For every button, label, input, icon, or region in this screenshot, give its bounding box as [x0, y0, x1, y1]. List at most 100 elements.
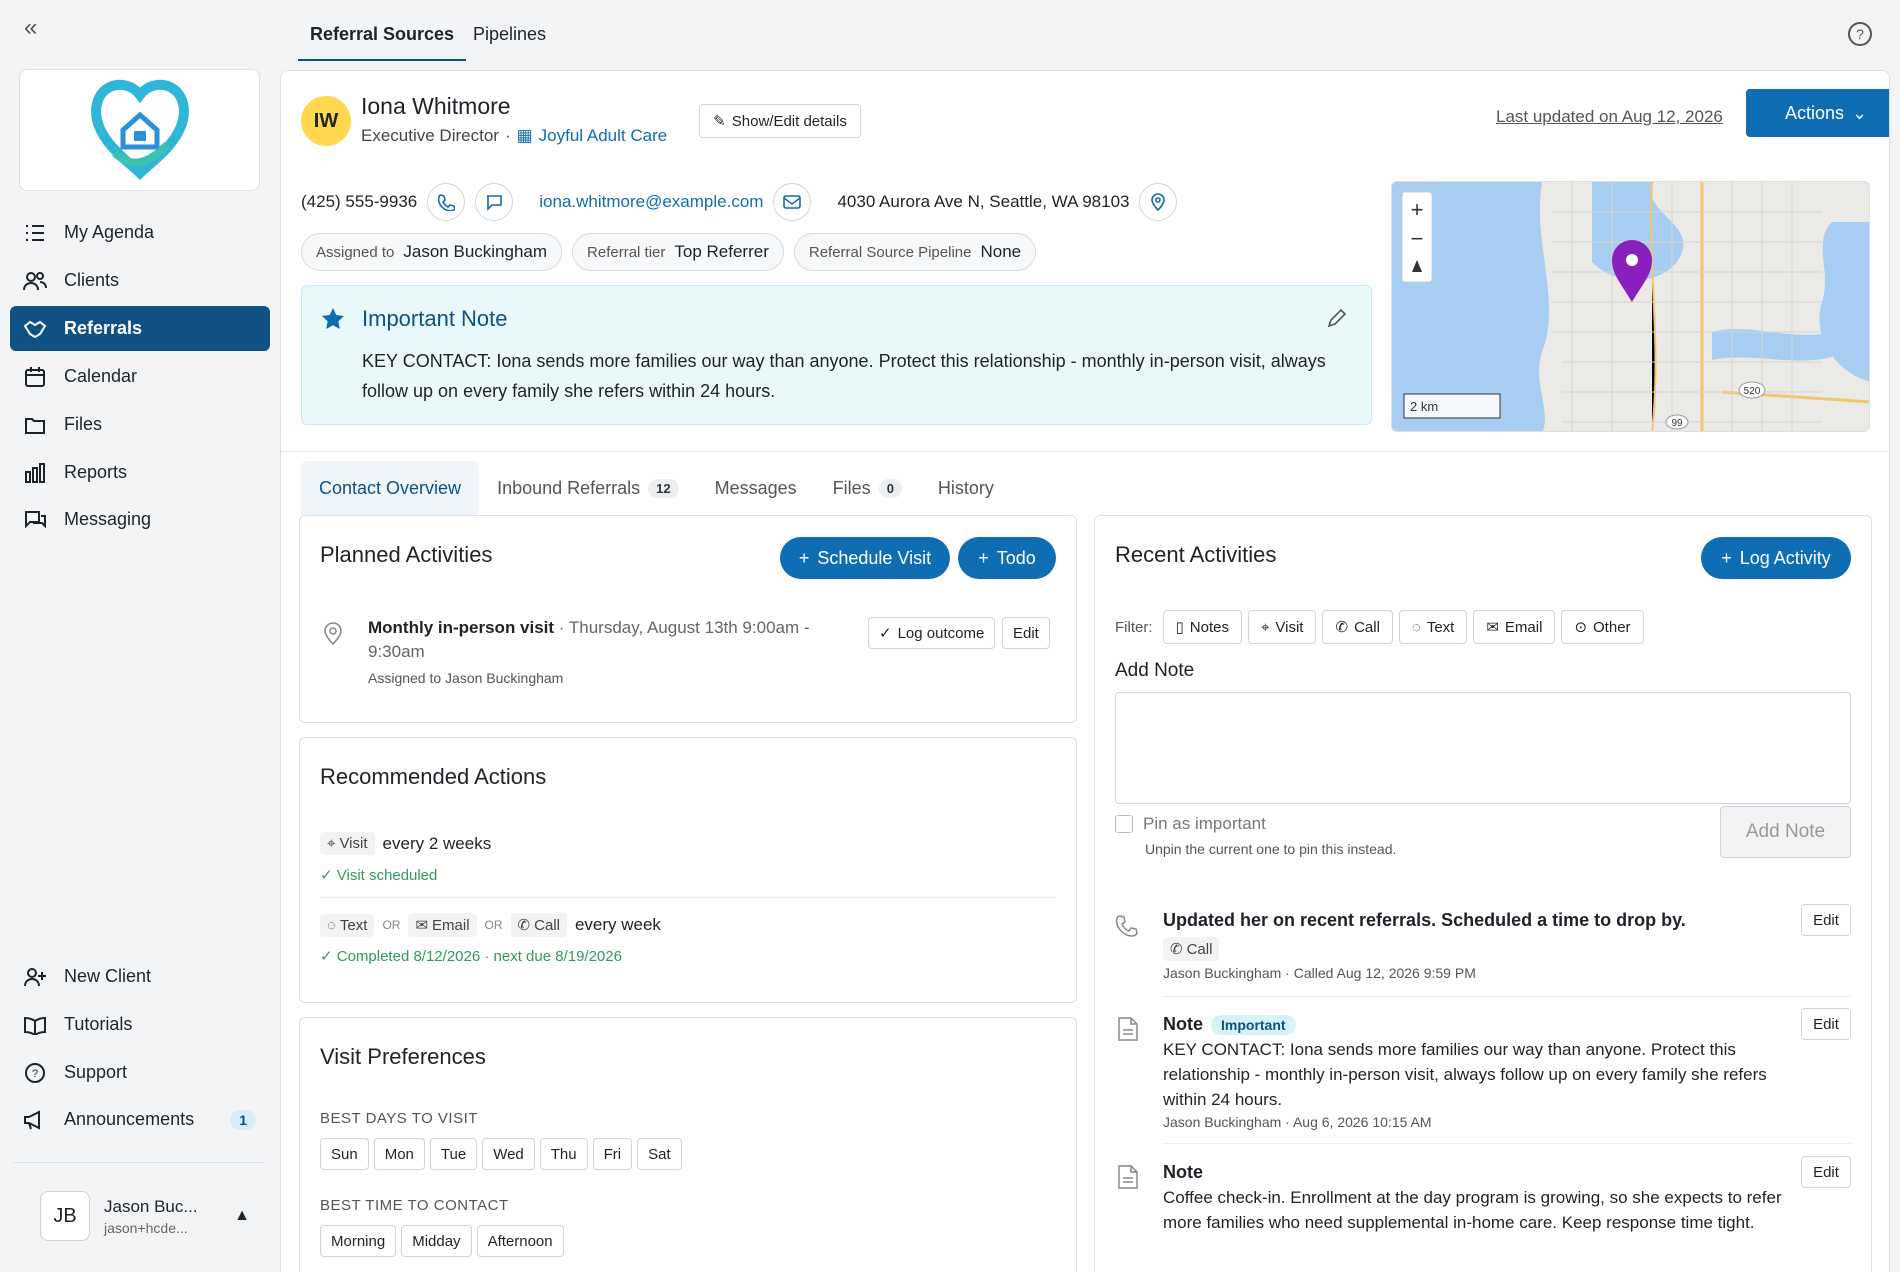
edit-activity-button[interactable]: Edit [1801, 904, 1851, 936]
day-sat[interactable]: Sat [637, 1138, 682, 1170]
note-textarea[interactable] [1115, 692, 1851, 804]
pin-label: Pin as important [1143, 814, 1266, 833]
tab-messages[interactable]: Messages [697, 461, 815, 515]
tab-pipelines[interactable]: Pipelines [461, 24, 558, 59]
email-icon[interactable] [773, 183, 812, 221]
company-logo [19, 69, 260, 191]
days-row: Sun Mon Tue Wed Thu Fri Sat [320, 1138, 687, 1170]
day-mon[interactable]: Mon [373, 1138, 425, 1170]
announcements-count-badge: 1 [230, 1109, 256, 1130]
sidebar: « My Agenda Clients Referrals Calendar F… [0, 0, 278, 1272]
user-menu[interactable]: JB Jason Buc... jason+hcde... ▲ [20, 1184, 260, 1248]
time-midday[interactable]: Midday [401, 1225, 472, 1257]
sidebar-item-new-client[interactable]: New Client [10, 954, 270, 999]
edit-label: Edit [1013, 624, 1039, 642]
tab-referral-sources[interactable]: Referral Sources [298, 24, 467, 61]
preferences-title: Visit Preferences [320, 1044, 486, 1069]
recent-activities-card: Recent Activities + Log Activity Filter: … [1094, 515, 1872, 1272]
tab-contact-overview[interactable]: Contact Overview [301, 461, 480, 515]
road-label-99: 99 [1671, 418, 1683, 429]
todo-label: Todo [996, 547, 1036, 568]
email-icon: ✉ [415, 917, 429, 934]
sidebar-item-referrals[interactable]: Referrals [10, 306, 270, 351]
sidebar-item-calendar[interactable]: Calendar [10, 354, 270, 399]
filter-visit[interactable]: ⌖ Visit [1247, 610, 1317, 644]
schedule-visit-button[interactable]: + Schedule Visit [780, 537, 950, 579]
location-map[interactable]: + − 2 km 520 99 [1391, 181, 1870, 432]
day-fri[interactable]: Fri [592, 1138, 633, 1170]
megaphone-icon [22, 1107, 48, 1133]
chevron-up-icon[interactable]: ▲ [234, 1207, 250, 1225]
calendar-icon [22, 364, 48, 390]
tab-label: Contact Overview [319, 477, 462, 498]
sidebar-item-reports[interactable]: Reports [10, 450, 270, 495]
sidebar-item-clients[interactable]: Clients [10, 258, 270, 303]
sidebar-item-my-agenda[interactable]: My Agenda [10, 210, 270, 255]
plus-icon: + [978, 547, 989, 568]
show-edit-details-button[interactable]: ✎ Show/Edit details [699, 104, 861, 138]
tab-files[interactable]: Files 0 [815, 461, 920, 515]
sidebar-item-announcements[interactable]: Announcements 1 [10, 1097, 270, 1142]
sidebar-divider [14, 1162, 264, 1163]
edit-planned-button[interactable]: Edit [1002, 617, 1050, 649]
sidebar-item-support[interactable]: ? Support [10, 1050, 270, 1095]
last-updated[interactable]: Last updated on Aug 12, 2026 [1496, 107, 1723, 127]
day-wed[interactable]: Wed [482, 1138, 535, 1170]
day-sun[interactable]: Sun [320, 1138, 369, 1170]
visit-tag-label: Visit [339, 835, 368, 852]
email-tag-label: Email [432, 916, 470, 934]
time-morning[interactable]: Morning [320, 1225, 397, 1257]
edit-note-pencil-icon[interactable] [1325, 306, 1349, 335]
svg-text:−: − [1411, 226, 1424, 251]
activity-meta: Jason Buckingham · Called Aug 12, 2026 9… [1163, 965, 1476, 981]
sidebar-item-label: Clients [64, 270, 120, 290]
help-circle-icon: ? [22, 1060, 48, 1086]
check-icon: ✓ [879, 625, 892, 642]
organization-link[interactable]: Joyful Adult Care [539, 126, 668, 146]
pipeline-chip[interactable]: Referral Source Pipeline None [793, 233, 1037, 271]
map-scale: 2 km [1410, 399, 1438, 414]
important-note-title: Important Note [362, 306, 508, 331]
message-icon[interactable] [475, 183, 514, 221]
collapse-sidebar-icon[interactable]: « [24, 14, 37, 42]
log-activity-button[interactable]: + Log Activity [1701, 537, 1851, 579]
recommendation-divider [320, 897, 1056, 898]
filter-text[interactable]: ◌ Text [1398, 610, 1468, 644]
filter-call[interactable]: ✆ Call [1322, 610, 1393, 644]
sidebar-item-messaging[interactable]: Messaging [10, 497, 270, 542]
help-icon[interactable]: ? [1848, 22, 1872, 46]
filter-notes[interactable]: ▯ Notes [1162, 610, 1242, 644]
todo-button[interactable]: + Todo [958, 537, 1056, 579]
assigned-to-chip[interactable]: Assigned to Jason Buckingham [301, 233, 563, 271]
edit-activity-button[interactable]: Edit [1801, 1156, 1851, 1188]
filter-other[interactable]: ⊙ Other [1561, 610, 1644, 644]
filter-email[interactable]: ✉ Email [1473, 610, 1556, 644]
visit-status-text: Visit scheduled [336, 867, 438, 884]
sidebar-item-label: New Client [64, 966, 152, 986]
tab-inbound-referrals[interactable]: Inbound Referrals 12 [479, 461, 697, 515]
recommended-actions-card: Recommended Actions ⌖ Visit every 2 weeks… [299, 737, 1077, 1003]
files-count: 0 [878, 478, 902, 498]
edit-activity-button[interactable]: Edit [1801, 1008, 1851, 1040]
recent-title: Recent Activities [1115, 542, 1277, 567]
day-tue[interactable]: Tue [429, 1138, 478, 1170]
log-outcome-button[interactable]: ✓ Log outcome [868, 617, 996, 649]
phone-call-icon[interactable] [427, 183, 466, 221]
actions-button[interactable]: Actions ⌄ [1746, 89, 1889, 137]
important-badge: Important [1211, 1014, 1296, 1035]
activity-item: Note Important KEY CONTACT: Iona sends m… [1163, 1014, 1793, 1130]
add-note-button[interactable]: Add Note [1720, 806, 1851, 858]
sidebar-item-label: Messaging [64, 509, 152, 529]
email-link[interactable]: iona.whitmore@example.com [539, 192, 763, 212]
sidebar-item-tutorials[interactable]: Tutorials [10, 1002, 270, 1047]
user-email: jason+hcde... [104, 1219, 188, 1236]
day-thu[interactable]: Thu [539, 1138, 588, 1170]
tab-history[interactable]: History [920, 461, 1012, 515]
time-afternoon[interactable]: Afternoon [476, 1225, 564, 1257]
sidebar-item-files[interactable]: Files [10, 402, 270, 447]
referral-tier-chip[interactable]: Referral tier Top Referrer [572, 233, 784, 271]
contact-info-row: (425) 555-9936 iona.whitmore@example.com… [301, 183, 1178, 221]
tier-value: Top Referrer [674, 242, 769, 261]
pin-checkbox[interactable] [1115, 815, 1133, 833]
map-pin-icon[interactable] [1139, 183, 1178, 221]
